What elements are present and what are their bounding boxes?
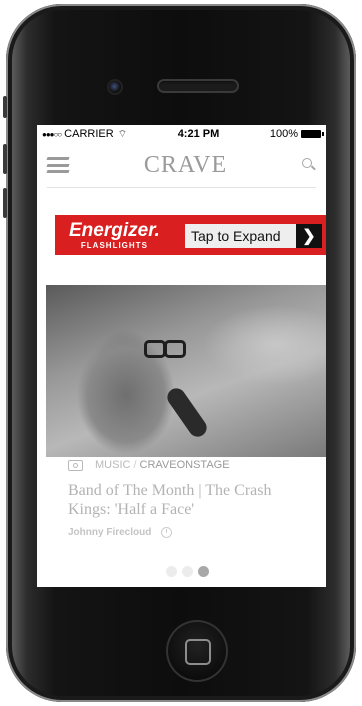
phone-screen: ●●●○○ CARRIER ⌔ 4:21 PM 100% CRAVE Energ… xyxy=(37,125,326,587)
author-name[interactable]: Johnny Firecloud xyxy=(68,527,151,538)
pager-dot[interactable] xyxy=(166,566,177,577)
home-button-icon xyxy=(185,639,211,665)
status-time: 4:21 PM xyxy=(177,128,220,140)
subcategory-label[interactable]: CRAVEONSTAGE xyxy=(140,459,230,471)
volume-down-button xyxy=(3,188,7,218)
mute-switch xyxy=(3,96,7,118)
article-hero-image[interactable] xyxy=(46,285,326,457)
status-bar: ●●●○○ CARRIER ⌔ 4:21 PM 100% xyxy=(37,125,326,143)
ad-brand-sub: FLASHLIGHTS xyxy=(80,240,148,250)
tap-to-expand-button[interactable]: Tap to Expand ❯ xyxy=(185,224,322,248)
clock-icon xyxy=(161,527,173,538)
front-camera xyxy=(109,81,121,93)
carrier-label: CARRIER xyxy=(64,128,114,140)
tap-to-expand-label: Tap to Expand xyxy=(191,228,281,244)
article-category: MUSIC / CRAVEONSTAGE xyxy=(68,459,230,471)
category-separator: / xyxy=(133,459,137,471)
pager-dot[interactable] xyxy=(182,566,193,577)
carousel-pager xyxy=(166,566,209,577)
chevron-right-icon: ❯ xyxy=(296,224,322,248)
app-logo[interactable]: CRAVE xyxy=(144,152,227,179)
ad-banner[interactable]: Energizer. FLASHLIGHTS Tap to Expand ❯ xyxy=(55,215,326,255)
category-label[interactable]: MUSIC xyxy=(95,459,130,471)
ad-brand-name: Energizer. xyxy=(69,219,160,241)
app-header: CRAVE xyxy=(46,143,316,188)
article-byline: Johnny Firecloud xyxy=(68,527,173,538)
hamburger-menu-icon[interactable] xyxy=(46,157,70,173)
earpiece-speaker xyxy=(157,79,239,93)
article-title[interactable]: Band of The Month | The Crash Kings: 'Ha… xyxy=(68,481,318,519)
volume-up-button xyxy=(3,144,7,174)
battery-icon xyxy=(301,130,324,138)
pager-dot-active[interactable] xyxy=(198,566,209,577)
ad-brand: Energizer. FLASHLIGHTS xyxy=(55,221,160,250)
wifi-icon: ⌔ xyxy=(117,128,128,140)
signal-strength-icon: ●●●○○ xyxy=(42,129,62,139)
search-icon[interactable] xyxy=(302,158,316,172)
video-camera-icon xyxy=(68,459,83,471)
battery-percent: 100% xyxy=(269,128,298,140)
home-button[interactable] xyxy=(166,620,228,682)
